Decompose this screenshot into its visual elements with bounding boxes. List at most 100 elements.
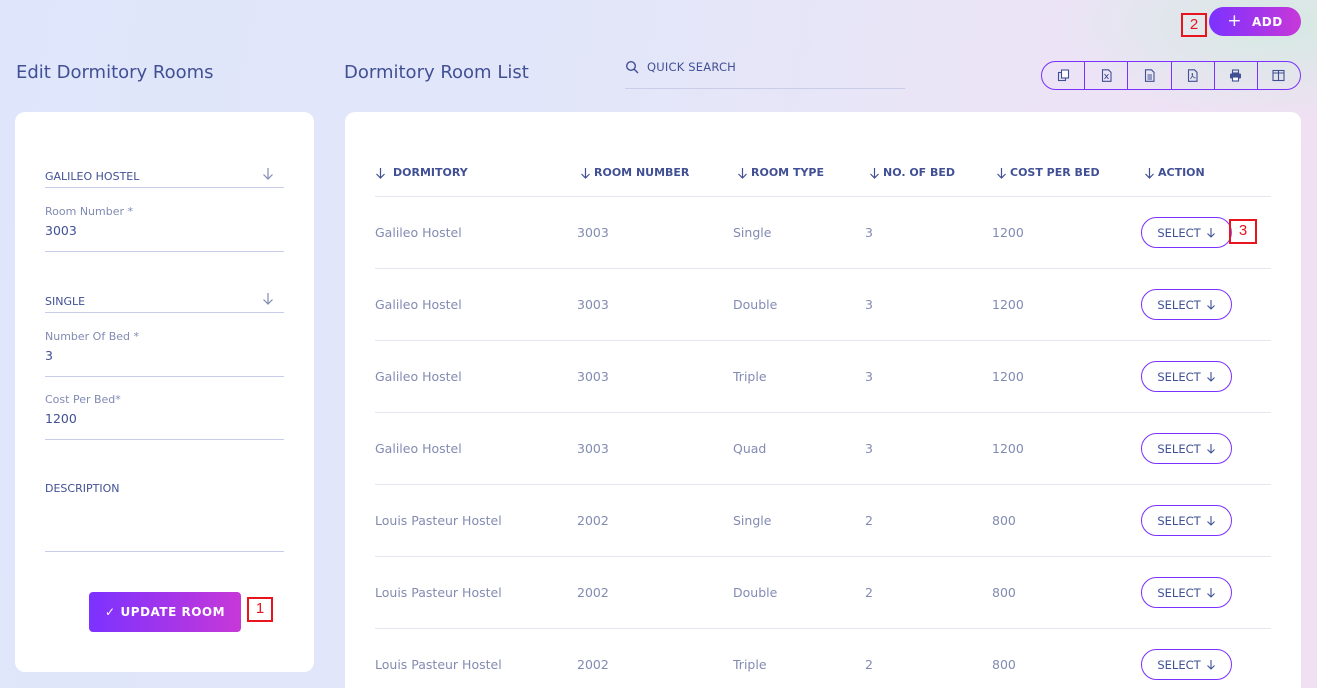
cell-cost-per-bed: 800: [992, 585, 1016, 600]
room-number-field[interactable]: Room Number * 3003: [45, 205, 284, 252]
cell-dormitory: Galileo Hostel: [375, 369, 462, 384]
check-icon: ✓: [104, 605, 116, 619]
excel-icon: [1101, 69, 1112, 82]
room-type-select[interactable]: SINGLE: [45, 289, 284, 313]
column-header-label: ROOM TYPE: [751, 166, 824, 179]
cell-cost-per-bed: 1200: [992, 441, 1024, 456]
arrow-down-icon: [263, 168, 273, 180]
cell-dormitory: Galileo Hostel: [375, 225, 462, 240]
csv-icon: [1144, 69, 1155, 82]
chevron-down-icon: [1206, 228, 1215, 238]
cell-room-type: Double: [733, 585, 778, 600]
cell-room-number: 3003: [577, 369, 609, 384]
excel-export-button[interactable]: [1085, 62, 1129, 89]
cell-cost-per-bed: 1200: [992, 369, 1024, 384]
chevron-down-icon: [1206, 516, 1215, 526]
table-row: Louis Pasteur Hostel 2002 Triple 2 800 S…: [375, 629, 1271, 688]
cell-dormitory: Louis Pasteur Hostel: [375, 513, 502, 528]
select-action-button[interactable]: SELECT: [1141, 649, 1232, 680]
arrow-down-icon: [263, 293, 273, 305]
select-label: SELECT: [1157, 369, 1201, 384]
add-button[interactable]: + ADD: [1209, 7, 1301, 36]
column-header-label: DORMITORY: [393, 166, 468, 179]
plus-icon: +: [1227, 11, 1243, 31]
room-type-select-value: SINGLE: [45, 295, 86, 308]
select-label: SELECT: [1157, 297, 1201, 312]
cell-room-number: 2002: [577, 585, 609, 600]
cell-room-number: 3003: [577, 225, 609, 240]
copy-button[interactable]: [1042, 62, 1086, 89]
chevron-down-icon: [1206, 660, 1215, 670]
annotation-marker-3: 3: [1229, 219, 1257, 244]
csv-export-button[interactable]: [1128, 62, 1172, 89]
select-label: SELECT: [1157, 657, 1201, 672]
cell-dormitory: Galileo Hostel: [375, 441, 462, 456]
columns-icon: [1272, 69, 1285, 82]
cell-room-type: Triple: [733, 369, 767, 384]
sort-arrow-icon: [997, 167, 1006, 179]
cell-no-of-bed: 2: [865, 513, 873, 528]
pdf-export-button[interactable]: [1172, 62, 1215, 89]
room-number-value: 3003: [45, 223, 77, 238]
column-header-dormitory[interactable]: DORMITORY: [375, 166, 468, 179]
cell-room-type: Quad: [733, 441, 767, 456]
pdf-icon: [1188, 69, 1198, 82]
dormitory-select[interactable]: GALILEO HOSTEL: [45, 164, 284, 188]
sort-arrow-icon: [738, 167, 747, 179]
cell-room-type: Single: [733, 225, 772, 240]
cost-per-bed-label: Cost Per Bed*: [45, 393, 121, 406]
column-header-room-number[interactable]: ROOM NUMBER: [580, 166, 689, 179]
search-icon: [625, 60, 639, 74]
print-button[interactable]: [1215, 62, 1258, 89]
select-action-button[interactable]: SELECT: [1141, 361, 1232, 392]
cell-no-of-bed: 3: [865, 369, 873, 384]
select-label: SELECT: [1157, 441, 1201, 456]
select-action-button[interactable]: SELECT: [1141, 289, 1232, 320]
column-header-room-type[interactable]: ROOM TYPE: [737, 166, 824, 179]
chevron-down-icon: [1206, 444, 1215, 454]
column-header-no-of-bed[interactable]: NO. OF BED: [869, 166, 955, 179]
column-header-action[interactable]: ACTION: [1144, 166, 1205, 179]
cell-no-of-bed: 3: [865, 441, 873, 456]
column-header-label: NO. OF BED: [883, 166, 956, 179]
chevron-down-icon: [1206, 588, 1215, 598]
number-of-bed-label: Number Of Bed *: [45, 330, 140, 343]
sort-arrow-icon: [581, 167, 590, 179]
select-action-button[interactable]: SELECT: [1141, 217, 1232, 248]
table-row: Galileo Hostel 3003 Double 3 1200 SELECT: [375, 269, 1271, 341]
select-label: SELECT: [1157, 225, 1201, 240]
select-label: SELECT: [1157, 585, 1201, 600]
cell-dormitory: Galileo Hostel: [375, 297, 462, 312]
cost-per-bed-field[interactable]: Cost Per Bed* 1200: [45, 393, 284, 440]
print-icon: [1230, 69, 1242, 82]
select-action-button[interactable]: SELECT: [1141, 505, 1232, 536]
description-field[interactable]: DESCRIPTION: [45, 482, 284, 552]
chevron-down-icon: [1206, 300, 1215, 310]
add-button-label: ADD: [1252, 14, 1283, 29]
quick-search-input[interactable]: QUICK SEARCH: [625, 56, 905, 89]
cell-no-of-bed: 3: [865, 225, 873, 240]
annotation-marker-2: 2: [1181, 13, 1207, 37]
table-row: Galileo Hostel 3003 Single 3 1200 SELECT: [375, 197, 1271, 269]
room-number-label: Room Number *: [45, 205, 134, 218]
cell-dormitory: Louis Pasteur Hostel: [375, 585, 502, 600]
update-room-label: UPDATE ROOM: [120, 605, 226, 619]
cell-room-number: 3003: [577, 441, 609, 456]
table-row: Galileo Hostel 3003 Quad 3 1200 SELECT: [375, 413, 1271, 485]
column-header-cost-per-bed[interactable]: COST PER BED: [996, 166, 1100, 179]
cost-per-bed-value: 1200: [45, 411, 77, 426]
edit-room-form-card: GALILEO HOSTEL Room Number * 3003 SINGLE…: [15, 112, 314, 672]
select-action-button[interactable]: SELECT: [1141, 577, 1232, 608]
cell-cost-per-bed: 800: [992, 657, 1016, 672]
update-room-button[interactable]: ✓ UPDATE ROOM: [89, 592, 241, 632]
sort-arrow-icon: [376, 167, 385, 179]
form-title: Edit Dormitory Rooms: [16, 62, 214, 83]
cell-room-type: Triple: [733, 657, 767, 672]
number-of-bed-field[interactable]: Number Of Bed * 3: [45, 330, 284, 377]
cell-room-number: 2002: [577, 513, 609, 528]
cell-cost-per-bed: 1200: [992, 225, 1024, 240]
cell-no-of-bed: 3: [865, 297, 873, 312]
column-visibility-button[interactable]: [1258, 62, 1300, 89]
list-title: Dormitory Room List: [344, 62, 529, 83]
select-action-button[interactable]: SELECT: [1141, 433, 1232, 464]
